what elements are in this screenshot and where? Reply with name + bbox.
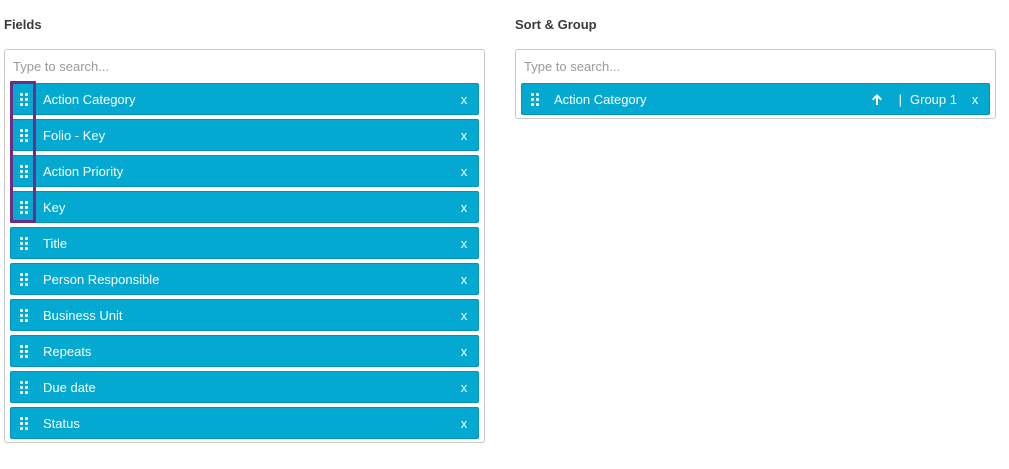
drag-handle-icon[interactable] [20, 164, 31, 178]
close-icon[interactable]: x [450, 308, 478, 323]
field-chip-label: Person Responsible [43, 271, 160, 287]
close-icon[interactable]: x [450, 416, 478, 431]
field-chip[interactable]: Repeats x [10, 335, 479, 367]
field-chip[interactable]: Action Category x [10, 83, 479, 115]
drag-handle-icon[interactable] [20, 308, 31, 322]
fields-list: Action Category x Folio - Key x Action P… [10, 83, 479, 443]
sort-list: Action Category | Group 1 x [521, 83, 990, 119]
field-chip-label: Title [43, 235, 68, 251]
close-icon[interactable]: x [450, 344, 478, 359]
field-chip[interactable]: Due date x [10, 371, 479, 403]
sort-controls: | Group 1 [869, 91, 961, 107]
field-chip[interactable]: Title x [10, 227, 479, 259]
close-icon[interactable]: x [961, 92, 989, 107]
close-icon[interactable]: x [450, 92, 478, 107]
field-chip-label: Status [43, 415, 80, 431]
drag-handle-icon[interactable] [20, 344, 31, 358]
drag-handle-icon[interactable] [20, 380, 31, 394]
close-icon[interactable]: x [450, 200, 478, 215]
field-chip[interactable]: Person Responsible x [10, 263, 479, 295]
drag-handle-icon[interactable] [20, 128, 31, 142]
close-icon[interactable]: x [450, 164, 478, 179]
drag-handle-icon[interactable] [20, 200, 31, 214]
field-chip[interactable]: Key x [10, 191, 479, 223]
close-icon[interactable]: x [450, 272, 478, 287]
group-label[interactable]: Group 1 [910, 92, 957, 107]
close-icon[interactable]: x [450, 236, 478, 251]
field-chip-label: Business Unit [43, 307, 123, 323]
sort-chip[interactable]: Action Category | Group 1 x [521, 83, 990, 115]
field-chip[interactable]: Folio - Key x [10, 119, 479, 151]
field-chip[interactable]: Business Unit x [10, 299, 479, 331]
close-icon[interactable]: x [450, 128, 478, 143]
drag-handle-icon[interactable] [20, 272, 31, 286]
field-chip-label: Folio - Key [43, 127, 106, 143]
drag-handle-icon[interactable] [20, 416, 31, 430]
close-icon[interactable]: x [450, 380, 478, 395]
sort-search-input[interactable] [516, 50, 995, 82]
field-chip-label: Action Priority [43, 163, 124, 179]
field-chip-label: Repeats [43, 343, 92, 359]
field-chip-label: Action Category [43, 91, 136, 107]
separator: | [898, 91, 903, 107]
sort-group-panel: Action Category | Group 1 x [515, 49, 996, 119]
arrow-up-icon[interactable] [869, 91, 885, 107]
drag-handle-icon[interactable] [20, 92, 31, 106]
sort-chip-label: Action Category [554, 91, 647, 107]
field-chip[interactable]: Status x [10, 407, 479, 439]
fields-panel: Action Category x Folio - Key x Action P… [4, 49, 485, 443]
field-chip-label: Due date [43, 379, 96, 395]
field-chip[interactable]: Action Priority x [10, 155, 479, 187]
drag-handle-icon[interactable] [20, 236, 31, 250]
drag-handle-icon[interactable] [531, 92, 542, 106]
fields-panel-title: Fields [4, 17, 42, 32]
fields-search-input[interactable] [5, 50, 484, 82]
sort-group-panel-title: Sort & Group [515, 17, 597, 32]
field-chip-label: Key [43, 199, 66, 215]
